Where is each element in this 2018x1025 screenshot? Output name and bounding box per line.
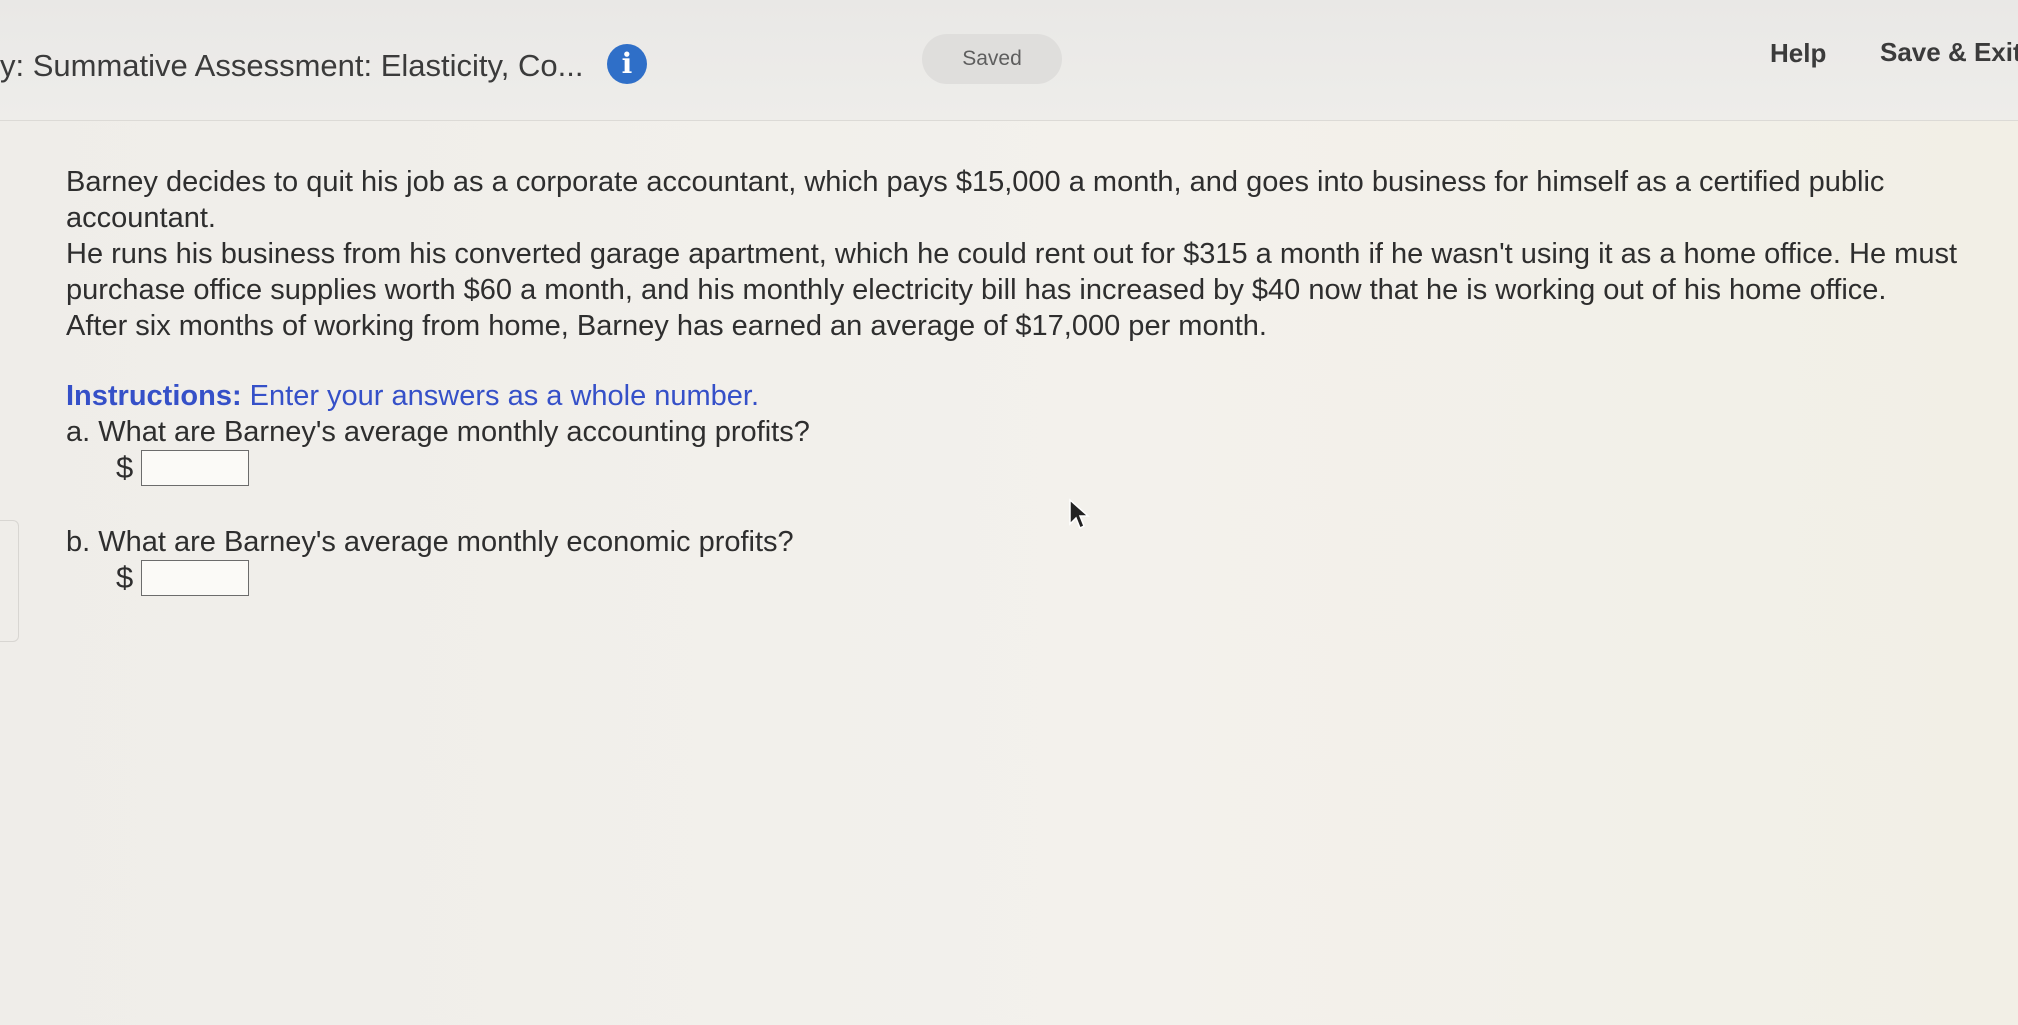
mouse-cursor-icon: [1069, 498, 1090, 530]
instructions: Instructions: Enter your answers as a wh…: [66, 378, 1966, 414]
header-bar: y: Summative Assessment: Elasticity, Co.…: [0, 0, 2018, 121]
problem-paragraph-2: He runs his business from his converted …: [66, 238, 1958, 306]
help-button[interactable]: Help: [1770, 38, 1826, 69]
currency-symbol: $: [116, 450, 134, 485]
instructions-text: Enter your answers as a whole number.: [241, 380, 760, 412]
assessment-page: y: Summative Assessment: Elasticity, Co.…: [0, 0, 2018, 1025]
instructions-label: Instructions:: [66, 380, 242, 412]
save-exit-button[interactable]: Save & Exit: [1880, 37, 2018, 68]
answer-row-b: $: [116, 560, 1966, 596]
problem-paragraph-1: Barney decides to quit his job as a corp…: [66, 166, 1885, 234]
question-a: a. What are Barney's average monthly acc…: [66, 416, 810, 448]
answer-row-a: $: [116, 450, 1966, 486]
assignment-title: y: Summative Assessment: Elasticity, Co.…: [0, 48, 584, 83]
problem-paragraph-3: After six months of working from home, B…: [66, 310, 1267, 342]
question-b: b. What are Barney's average monthly eco…: [66, 526, 794, 558]
question-content: Barney decides to quit his job as a corp…: [66, 164, 1966, 634]
side-panel-tab[interactable]: [0, 520, 19, 642]
problem-statement: Barney decides to quit his job as a corp…: [66, 164, 1966, 344]
currency-symbol: $: [116, 560, 134, 595]
answer-input-a[interactable]: [141, 450, 250, 486]
saved-status-badge: Saved: [922, 34, 1062, 84]
info-icon[interactable]: i: [607, 44, 647, 84]
answer-input-b[interactable]: [141, 560, 250, 596]
